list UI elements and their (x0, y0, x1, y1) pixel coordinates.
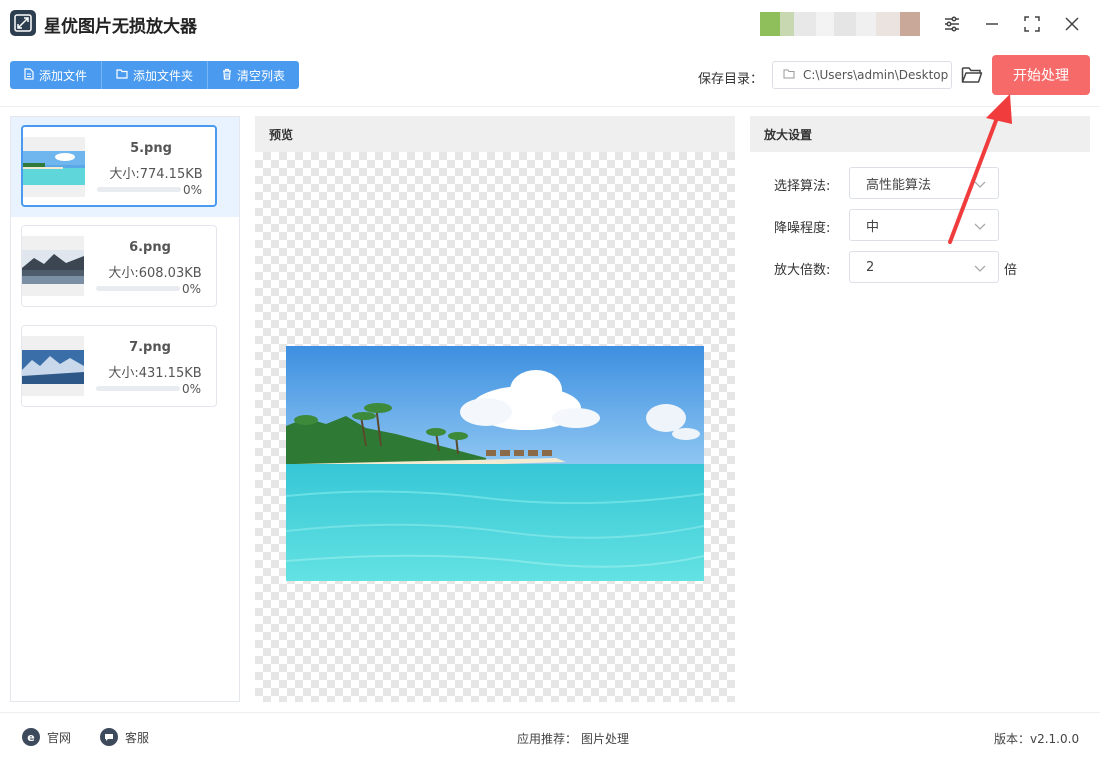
status-bar: e 官网 客服 应用推荐： 图片处理 版本：v2.1.0.0 (0, 712, 1100, 760)
chevron-down-icon (974, 220, 986, 235)
user-avatar[interactable] (760, 12, 920, 36)
ie-icon: e (22, 728, 40, 746)
file-size: 大小:431.15KB (108, 366, 202, 381)
algorithm-select[interactable]: 高性能算法 (849, 167, 999, 199)
file-thumbnail (22, 336, 84, 396)
algorithm-value: 高性能算法 (866, 177, 932, 193)
chevron-down-icon (974, 178, 986, 193)
add-file-button[interactable]: 添加文件 (10, 61, 103, 89)
denoise-select[interactable]: 中 (849, 209, 999, 241)
algorithm-label: 选择算法: (774, 179, 831, 194)
file-card-5[interactable]: 5.png 大小:774.15KB 0% (21, 125, 217, 207)
folder-icon (116, 68, 128, 82)
recommend-label: 应用推荐： (517, 732, 578, 746)
preview-title: 预览 (255, 116, 735, 152)
chat-bubble-icon (100, 728, 118, 746)
scale-label: 放大倍数: (774, 263, 831, 278)
denoise-value: 中 (866, 219, 880, 235)
clear-list-button[interactable]: 清空列表 (208, 61, 300, 89)
clear-list-label: 清空列表 (237, 68, 286, 83)
file-icon (24, 67, 34, 83)
progress-percent: 0% (182, 382, 202, 396)
toolbar-divider (0, 106, 1100, 107)
progress-bar (96, 286, 180, 291)
file-toolbar: 添加文件 添加文件夹 清空列表 (10, 61, 300, 89)
settings-sliders-icon[interactable] (938, 10, 966, 38)
settings-title: 放大设置 (750, 116, 1090, 152)
preview-image (286, 346, 704, 581)
file-card-6[interactable]: 6.png 大小:608.03KB 0% (21, 225, 217, 307)
close-icon[interactable] (1058, 10, 1086, 38)
title-bar: 星优图片无损放大器 (0, 0, 1100, 48)
minimize-icon[interactable] (978, 10, 1006, 38)
file-name: 5.png (130, 141, 172, 156)
file-size: 大小:608.03KB (108, 266, 202, 281)
save-dir-input[interactable]: C:\Users\admin\Desktop (772, 61, 952, 89)
denoise-label: 降噪程度: (774, 221, 831, 236)
list-item[interactable]: 6.png 大小:608.03KB 0% (11, 217, 239, 317)
add-folder-label: 添加文件夹 (133, 68, 194, 83)
settings-panel: 放大设置 选择算法: 高性能算法 降噪程度: 中 放大倍数: 2 倍 (750, 116, 1090, 702)
preview-canvas (255, 152, 735, 702)
browse-folder-icon[interactable] (960, 63, 984, 87)
progress-percent: 0% (182, 282, 202, 296)
file-card-7[interactable]: 7.png 大小:431.15KB 0% (21, 325, 217, 407)
website-label: 官网 (47, 730, 72, 745)
version-text: 版本：v2.1.0.0 (994, 732, 1080, 746)
list-item[interactable]: 5.png 大小:774.15KB 0% (11, 117, 239, 217)
support-label: 客服 (125, 730, 150, 745)
chevron-down-icon (974, 262, 986, 277)
scale-value: 2 (866, 259, 875, 275)
website-link[interactable]: e 官网 (22, 728, 71, 746)
start-processing-button[interactable]: 开始处理 (992, 55, 1090, 95)
app-logo-icon (10, 10, 36, 36)
maximize-icon[interactable] (1018, 10, 1046, 38)
app-title: 星优图片无损放大器 (44, 17, 197, 37)
scale-unit: 倍 (1004, 263, 1018, 278)
progress-bar (97, 187, 181, 192)
add-file-label: 添加文件 (39, 68, 88, 83)
file-thumbnail (23, 137, 85, 197)
file-thumbnail (22, 236, 84, 296)
folder-outline-icon (783, 69, 795, 82)
recommend-link[interactable]: 图片处理 (581, 730, 629, 747)
list-item[interactable]: 7.png 大小:431.15KB 0% (11, 317, 239, 417)
preview-panel: 预览 (255, 116, 735, 702)
support-link[interactable]: 客服 (100, 728, 149, 746)
file-list: 5.png 大小:774.15KB 0% 6.png 大小:608.03KB 0… (10, 116, 240, 702)
progress-bar (96, 386, 180, 391)
file-name: 7.png (129, 340, 171, 355)
save-dir-value: C:\Users\admin\Desktop (803, 68, 949, 82)
progress-percent: 0% (183, 183, 203, 197)
file-size: 大小:774.15KB (109, 167, 203, 182)
trash-icon (222, 68, 232, 83)
save-dir-label: 保存目录： (698, 72, 764, 87)
add-folder-button[interactable]: 添加文件夹 (102, 61, 209, 89)
file-name: 6.png (129, 240, 171, 255)
scale-select[interactable]: 2 (849, 251, 999, 283)
